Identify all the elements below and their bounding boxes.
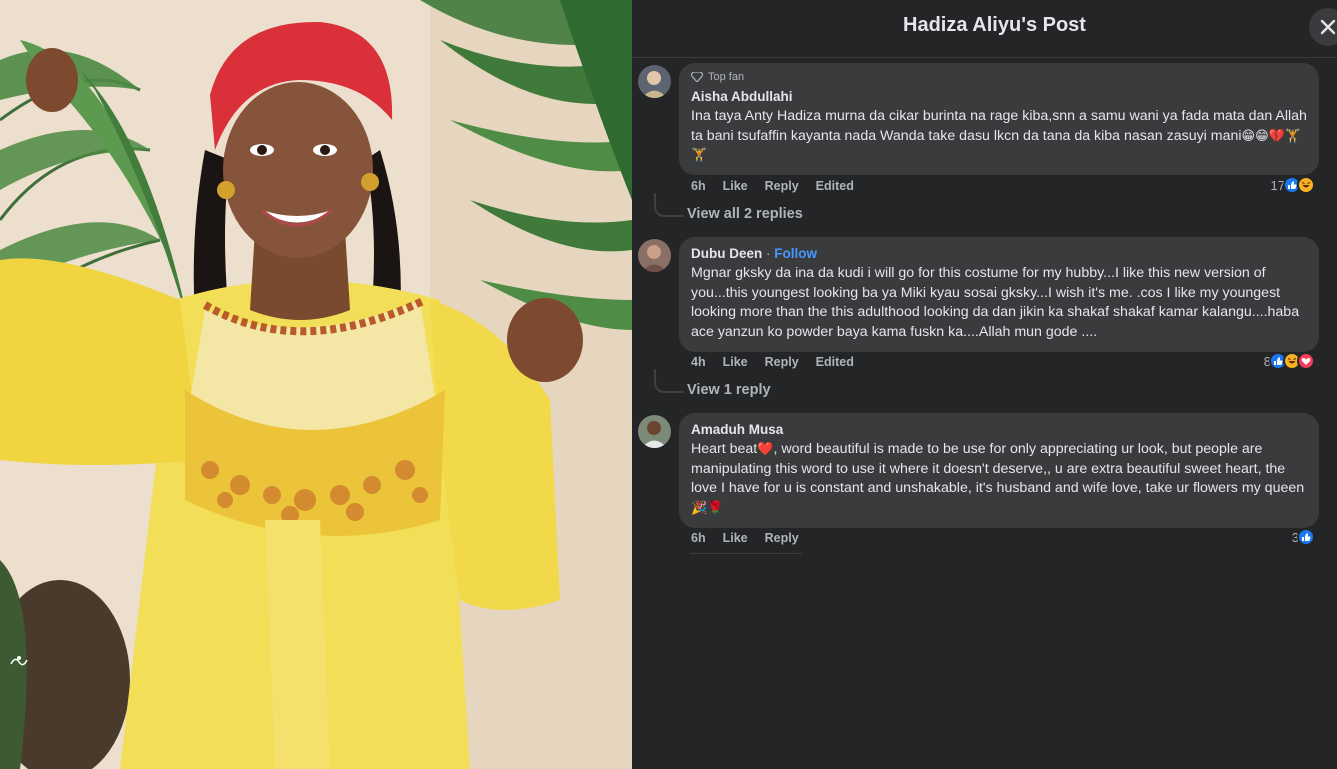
post-header: Hadiza Aliyu's Post	[632, 0, 1337, 58]
comment-text: Heart beat❤️, word beautiful is made to …	[691, 441, 1305, 517]
follow-button[interactable]: Follow	[774, 246, 817, 261]
reply-button[interactable]: Reply	[765, 355, 799, 369]
comment-actions: 4h Like Reply Edited	[691, 355, 854, 369]
avatar[interactable]	[638, 65, 671, 98]
heart-emoji: ❤️	[757, 442, 774, 457]
comments-panel: Hadiza Aliyu's Post Top fan Aisha Abdull…	[632, 0, 1337, 769]
thread-line	[654, 369, 684, 393]
close-button[interactable]	[1309, 8, 1337, 46]
comment-bubble: Amaduh Musa Heart beat❤️, word beautiful…	[679, 413, 1319, 528]
comment-author[interactable]: Aisha Abdullahi	[691, 89, 793, 104]
avatar[interactable]	[638, 239, 671, 272]
edited-label[interactable]: Edited	[816, 355, 854, 369]
reply-button[interactable]: Reply	[765, 531, 799, 545]
comment-bubble: Top fan Aisha Abdullahi Ina taya Anty Ha…	[679, 63, 1319, 176]
reply-button[interactable]: Reply	[765, 179, 799, 193]
comment-text: Mgnar gksky da ina da kudi i will go for…	[691, 265, 1300, 341]
comment-author[interactable]: Amaduh Musa	[691, 422, 783, 437]
badge-label: Top fan	[708, 71, 745, 83]
comment-emojis: 🎉🌹	[691, 501, 724, 517]
view-replies-link[interactable]: View 1 reply	[687, 382, 771, 398]
reaction-summary[interactable]: 3	[1292, 528, 1315, 546]
diamond-icon	[691, 72, 703, 82]
post-photo	[0, 0, 632, 769]
comment-time[interactable]: 6h	[691, 531, 706, 545]
divider	[690, 553, 802, 554]
haha-reaction-icon	[1297, 176, 1315, 194]
like-button[interactable]: Like	[723, 355, 748, 369]
comment-author[interactable]: Dubu Deen	[691, 246, 762, 261]
photo-of-woman-in-yellow-dress	[0, 0, 632, 769]
reaction-summary[interactable]: 17	[1271, 176, 1315, 194]
watermark-logo	[6, 650, 32, 676]
like-button[interactable]: Like	[723, 179, 748, 193]
thread-line	[654, 193, 684, 217]
like-reaction-icon	[1297, 528, 1315, 546]
comment-time[interactable]: 4h	[691, 355, 706, 369]
edited-label[interactable]: Edited	[816, 179, 854, 193]
avatar[interactable]	[638, 415, 671, 448]
like-button[interactable]: Like	[723, 531, 748, 545]
view-replies-link[interactable]: View all 2 replies	[687, 206, 803, 222]
reaction-summary[interactable]: 8	[1264, 352, 1315, 370]
top-fan-badge: Top fan	[691, 71, 1307, 83]
separator-dot: ·	[762, 246, 775, 261]
comment-text: Ina taya Anty Hadiza murna da cikar buri…	[691, 108, 1307, 164]
close-icon	[1320, 19, 1336, 35]
love-reaction-icon	[1297, 352, 1315, 370]
comment-actions: 6h Like Reply	[691, 531, 799, 545]
comment-time[interactable]: 6h	[691, 179, 706, 193]
comment-bubble: Dubu Deen · Follow Mgnar gksky da ina da…	[679, 237, 1319, 352]
comment-actions: 6h Like Reply Edited	[691, 179, 854, 193]
post-title: Hadiza Aliyu's Post	[903, 14, 1086, 36]
